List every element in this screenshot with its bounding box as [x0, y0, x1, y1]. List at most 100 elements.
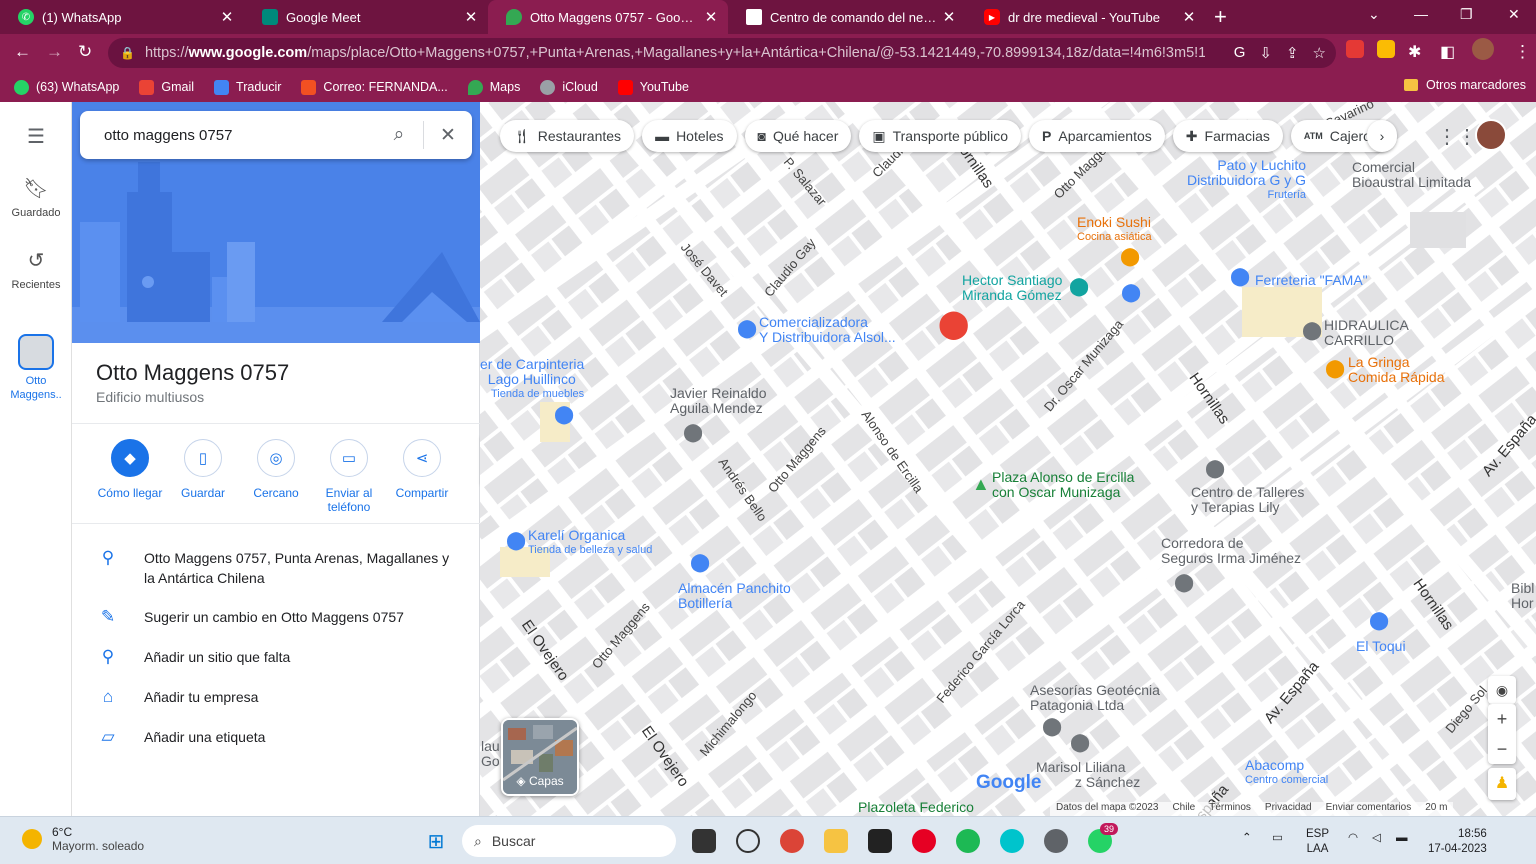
share-icon[interactable]: ⇪ — [1286, 44, 1299, 62]
poi-marisol-liliana[interactable]: Marisol Liliana z Sánchez — [1036, 760, 1140, 790]
clock[interactable]: 18:56 17-04-2023 — [1428, 827, 1487, 857]
chrome-icon[interactable] — [780, 829, 804, 853]
sticky-notes-icon[interactable] — [868, 829, 892, 853]
place-pin-icon[interactable]: ⬤ — [1174, 572, 1194, 593]
chip-hotels[interactable]: ▬ Hoteles — [642, 120, 737, 152]
reload-icon[interactable]: ↻ — [78, 42, 92, 62]
poi-carpinteria[interactable]: er de Carpinteria Lago Huillinco Tienda d… — [480, 357, 584, 402]
bookmark-gmail[interactable]: Gmail — [139, 79, 194, 95]
hidden-icons-chevron[interactable]: ⌃ — [1242, 831, 1252, 846]
chip-restaurants[interactable]: 🍴︎ Restaurantes — [500, 120, 635, 152]
settings-icon[interactable] — [1044, 829, 1068, 853]
place-pin-icon[interactable]: ⬤ — [1205, 458, 1225, 479]
poi-pato-luchito[interactable]: Pato y Luchito Distribuidora G y G Fruterí… — [1187, 158, 1306, 203]
close-icon[interactable]: ✕ — [1178, 8, 1200, 26]
zoom-in-button[interactable]: + — [1488, 704, 1516, 734]
tab-search-icon[interactable]: ⌄ — [1368, 6, 1380, 23]
clock-app-icon[interactable] — [736, 829, 760, 853]
shopping-pin-icon[interactable]: ⬤ — [506, 530, 526, 551]
poi-biblioteca[interactable]: Bibl Hor — [1511, 581, 1534, 611]
map-region[interactable]: Chile — [1172, 802, 1195, 816]
bookmark-correo[interactable]: Correo: FERNANDA... — [301, 79, 448, 95]
search-icon[interactable]: ⌕ — [375, 124, 423, 146]
canva-icon[interactable] — [1000, 829, 1024, 853]
save-button[interactable]: ▯ Guardar — [166, 439, 240, 500]
account-avatar[interactable] — [1475, 119, 1507, 151]
poi-almacen-panchito[interactable]: Almacén Panchito Botillería — [678, 581, 791, 611]
place-pin-icon[interactable]: ⬤ — [1070, 732, 1090, 753]
restaurant-pin-icon[interactable]: ⬤ — [1120, 246, 1140, 267]
park-pin-icon[interactable]: ▲ — [972, 474, 990, 495]
poi-el-toqui[interactable]: El Toqui — [1356, 639, 1406, 654]
nearby-button[interactable]: ◎ Cercano — [239, 439, 313, 500]
chip-parking[interactable]: P Aparcamientos — [1029, 120, 1165, 152]
star-icon[interactable]: ☆ — [1313, 44, 1326, 62]
shopping-pin-icon[interactable]: ⬤ — [1369, 610, 1389, 631]
address-row[interactable]: ⚲ Otto Maggens 0757, Punta Arenas, Magal… — [72, 548, 480, 588]
minimize-button[interactable]: — — [1414, 6, 1428, 22]
poi-hector-santiago[interactable]: Hector Santiago Miranda Gómez — [962, 273, 1062, 303]
tab-centro-comando[interactable]: Centro de comando del negocio ✕ — [728, 0, 966, 34]
poi-hidraulica-carrillo[interactable]: HIDRAULICA CARRILLO — [1324, 318, 1409, 348]
map-data-copyright[interactable]: Datos del mapa ©2023 — [1056, 802, 1158, 816]
extension-icon[interactable] — [1346, 40, 1364, 58]
extension-icon[interactable] — [1377, 40, 1395, 58]
puzzle-icon[interactable]: ✱ — [1408, 42, 1421, 62]
close-window-button[interactable]: ✕ — [1508, 6, 1520, 23]
new-tab-button[interactable]: + — [1214, 4, 1227, 30]
poi-plazoleta-federico[interactable]: Plazoleta Federico — [858, 800, 974, 815]
poi-asesorias-geotecnia[interactable]: Asesorías Geotécnia Patagonia Ltda — [1030, 683, 1160, 713]
map-canvas[interactable]: Pato y Luchito Distribuidora G y G Fruterí… — [480, 102, 1536, 816]
task-view-icon[interactable] — [692, 829, 716, 853]
menu-icon[interactable]: ⋮ — [1514, 42, 1531, 62]
poi-la-gringa[interactable]: La Gringa Comida Rápida — [1348, 355, 1445, 385]
forward-icon[interactable]: → — [46, 42, 63, 62]
whatsapp-icon[interactable]: 39 — [1088, 823, 1119, 853]
battery-icon[interactable]: ▬ — [1396, 831, 1408, 846]
poi-comercial-bioaustral[interactable]: Comercial Bioaustral Limitada — [1352, 160, 1471, 190]
add-business-row[interactable]: ⌂ Añadir tu empresa — [72, 687, 480, 707]
place-category[interactable]: Edificio multiusos — [96, 389, 204, 405]
install-icon[interactable]: ⇩ — [1259, 44, 1272, 62]
poi-abacomp[interactable]: Abacomp Centro comercial — [1245, 758, 1328, 788]
privacy-link[interactable]: Privacidad — [1265, 802, 1312, 816]
pinterest-icon[interactable] — [912, 829, 936, 853]
my-location-button[interactable]: ◉ — [1488, 676, 1516, 704]
terms-link[interactable]: Términos — [1209, 802, 1251, 816]
taskbar-search[interactable]: ⌕ Buscar — [462, 825, 676, 857]
close-icon[interactable]: ✕ — [938, 8, 960, 26]
profile-avatar[interactable] — [1472, 38, 1494, 60]
tab-meet[interactable]: Google Meet ✕ — [244, 0, 488, 34]
share-button[interactable]: ⋖ Compartir — [385, 439, 459, 500]
close-icon[interactable]: ✕ — [460, 8, 482, 26]
bookmark-traducir[interactable]: Traducir — [214, 79, 281, 95]
shopping-pin-icon[interactable]: ⬤ — [554, 404, 574, 425]
zoom-out-button[interactable]: − — [1488, 734, 1516, 764]
send-to-phone-button[interactable]: ▭ Enviar al teléfono — [312, 439, 386, 514]
poi-javier-reinaldo[interactable]: Javier Reinaldo Aguila Mendez — [670, 386, 767, 416]
weather-widget[interactable]: 6°C Mayorm. soleado — [22, 825, 144, 853]
send-feedback-link[interactable]: Enviar comentarios — [1326, 802, 1412, 816]
place-pin-icon[interactable]: ⬤ — [683, 422, 703, 443]
bookmark-whatsapp[interactable]: (63) WhatsApp — [14, 79, 119, 95]
poi-enoki-sushi[interactable]: Enoki Sushi Cocina asiática — [1077, 215, 1152, 245]
shopping-pin-icon[interactable]: ⬤ — [737, 318, 757, 339]
tab-youtube[interactable]: ▶ dr dre medieval - YouTube ✕ — [966, 0, 1206, 34]
other-bookmarks[interactable]: Otros marcadores — [1403, 78, 1526, 92]
file-explorer-icon[interactable] — [824, 829, 848, 853]
add-missing-place-row[interactable]: ⚲ Añadir un sitio que falta — [72, 647, 480, 667]
close-icon[interactable]: ✕ — [424, 124, 472, 147]
poi-corredora-seguros[interactable]: Corredora de Seguros Irma Jiménez — [1161, 536, 1301, 566]
sidepanel-icon[interactable]: ◧ — [1440, 42, 1455, 62]
map-scale[interactable]: 20 m — [1425, 802, 1447, 816]
bookmark-icloud[interactable]: iCloud — [540, 79, 598, 95]
rail-recents[interactable]: ↺ Recientes — [0, 248, 72, 291]
hamburger-menu-icon[interactable]: ☰ — [0, 124, 72, 149]
maximize-button[interactable]: ❐ — [1460, 6, 1473, 23]
address-bar[interactable]: 🔒 https://www.google.com/maps/place/Otto… — [108, 38, 1336, 68]
chip-things-to-do[interactable]: ◙ Qué hacer — [744, 120, 852, 152]
chips-next-button[interactable]: › — [1367, 120, 1397, 152]
place-pin-icon[interactable]: ⬤ — [1302, 320, 1322, 341]
rail-current-place[interactable]: Otto Maggens.. — [0, 334, 72, 402]
google-icon[interactable]: G — [1234, 44, 1246, 62]
